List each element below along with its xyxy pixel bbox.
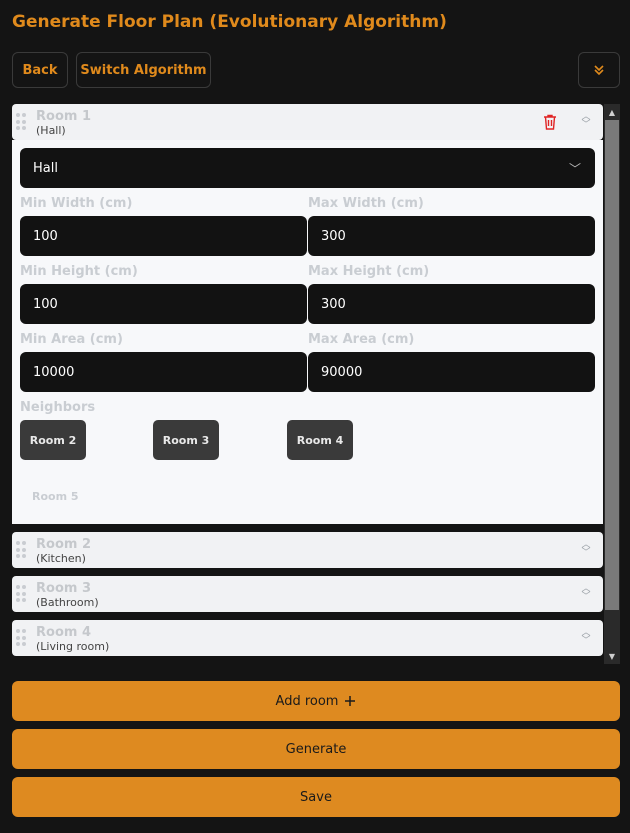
room-name: Room 3 [36,581,91,596]
max-height-label: Max Height (cm) [308,264,430,279]
max-width-label: Max Width (cm) [308,196,424,211]
scroll-down-icon[interactable]: ▼ [604,648,620,664]
neighbor-room-2-button[interactable]: Room 2 [20,420,86,460]
save-button[interactable]: Save [12,777,620,817]
chevron-up-down-icon[interactable]: ︿ ﹀ [579,585,593,603]
room-body-1: Hall ﹀ Min Width (cm) Max Width (cm) 100… [12,140,603,524]
plus-icon [345,696,356,706]
switch-algorithm-button[interactable]: Switch Algorithm [76,52,211,88]
room-header-3[interactable]: Room 3 (Bathroom) ︿ ﹀ [12,576,603,612]
drag-handle-icon[interactable] [16,585,26,603]
chevron-up-down-icon[interactable]: ︿ ﹀ [579,629,593,647]
room-header-4[interactable]: Room 4 (Living room) ︿ ﹀ [12,620,603,656]
min-width-input[interactable]: 100 [20,216,307,256]
min-area-input[interactable]: 10000 [20,352,307,392]
room-name: Room 1 [36,109,91,124]
room-type-select[interactable]: Hall ﹀ [20,148,595,188]
room-type: (Bathroom) [36,596,99,609]
double-chevron-down-icon [594,65,604,76]
room-name: Room 4 [36,625,91,640]
drag-handle-icon[interactable] [16,113,26,131]
room-type: (Living room) [36,640,110,653]
min-height-label: Min Height (cm) [20,264,138,279]
add-room-button[interactable]: Add room [12,681,620,721]
scroll-up-icon[interactable]: ▲ [604,104,620,120]
max-height-input[interactable]: 300 [308,284,595,324]
collapse-all-button[interactable] [578,52,620,88]
chevron-up-down-icon[interactable]: ︿ ﹀ [579,541,593,559]
room-type-value: Hall [33,160,58,176]
min-width-label: Min Width (cm) [20,196,133,211]
drag-handle-icon[interactable] [16,629,26,647]
neighbor-room-5-button[interactable]: Room 5 [32,490,79,503]
trash-icon[interactable] [543,114,557,130]
max-width-input[interactable]: 300 [308,216,595,256]
min-area-label: Min Area (cm) [20,332,123,347]
neighbors-label: Neighbors [20,400,96,415]
max-area-label: Max Area (cm) [308,332,415,347]
room-header-1[interactable]: Room 1 (Hall) ︿ ﹀ [12,104,603,140]
chevron-down-icon: ﹀ [568,162,581,176]
room-type: (Hall) [36,124,66,137]
neighbor-room-3-button[interactable]: Room 3 [153,420,219,460]
room-name: Room 2 [36,537,91,552]
room-type: (Kitchen) [36,552,86,565]
page-title: Generate Floor Plan (Evolutionary Algori… [12,12,447,32]
room-header-2[interactable]: Room 2 (Kitchen) ︿ ﹀ [12,532,603,568]
generate-button[interactable]: Generate [12,729,620,769]
neighbor-room-4-button[interactable]: Room 4 [287,420,353,460]
back-button[interactable]: Back [12,52,68,88]
chevron-up-down-icon[interactable]: ︿ ﹀ [579,113,593,131]
rooms-list[interactable]: Room 1 (Hall) ︿ ﹀ Hall ﹀ Min Width (cm) M… [12,104,620,664]
add-room-label: Add room [275,693,339,709]
scrollbar-thumb[interactable] [605,120,619,610]
max-area-input[interactable]: 90000 [308,352,595,392]
drag-handle-icon[interactable] [16,541,26,559]
min-height-input[interactable]: 100 [20,284,307,324]
